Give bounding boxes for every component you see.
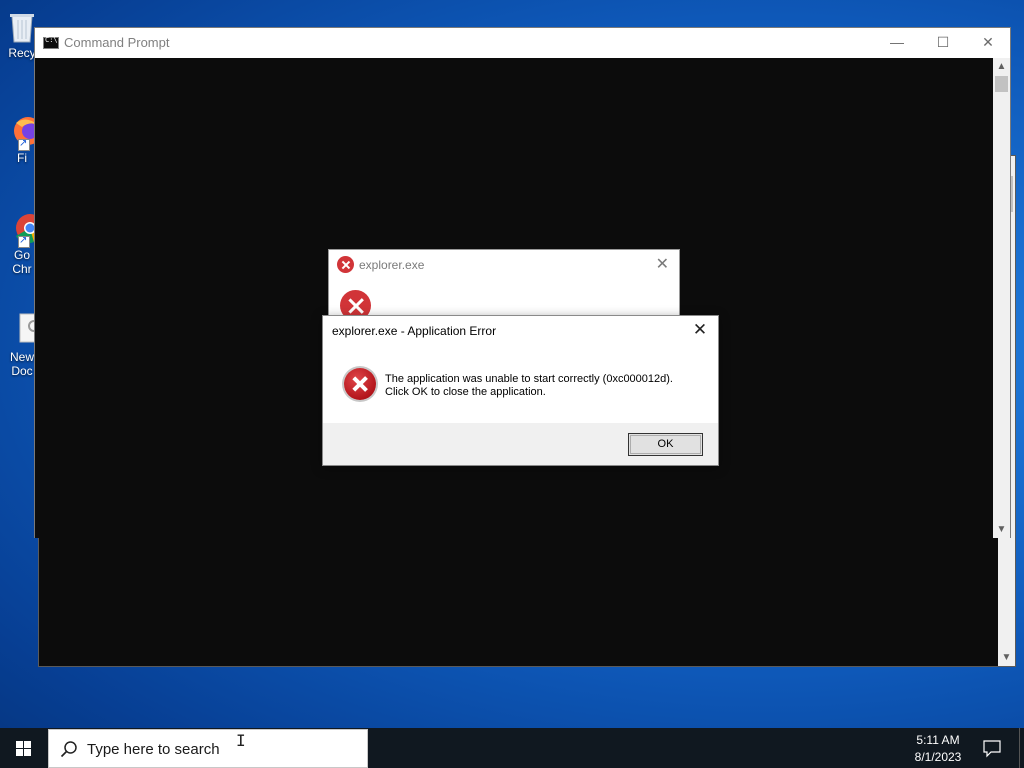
show-desktop-button[interactable] [1019,728,1024,768]
search-input[interactable] [87,738,357,760]
clock-time: 5:11 AM [916,733,960,747]
error-icon [337,256,354,273]
clock-date: 8/1/2023 [914,750,962,764]
scrollbar-thumb[interactable] [995,76,1008,92]
error-message-line: Click OK to close the application. [385,386,546,398]
error-message-line: The application was unable to start corr… [385,373,673,385]
window-title: Command Prompt [64,35,170,50]
search-icon [60,741,77,758]
scroll-up-arrow-icon[interactable]: ▲ [993,58,1010,75]
desktop-icon-label: Go Chr [12,248,32,276]
maximize-button[interactable]: ☐ [920,28,966,58]
title-bar[interactable]: Command Prompt — ☐ ✕ [35,28,1010,58]
dialog-title: explorer.exe [359,258,425,272]
desktop-icon-label: Recy [8,46,36,60]
cmd-app-icon [43,36,59,49]
minimize-button[interactable]: — [874,28,920,58]
scroll-down-arrow-icon[interactable]: ▼ [998,649,1015,666]
scroll-down-arrow-icon[interactable]: ▼ [993,521,1010,538]
application-error-dialog[interactable]: explorer.exe - Application Error ✕ The a… [322,315,719,466]
windows-logo-icon [16,741,32,756]
close-button[interactable]: ✕ [690,319,710,341]
dialog-title: explorer.exe - Application Error [332,324,497,338]
notification-icon [983,740,1001,758]
desktop-icon-label: New Doc [9,350,34,378]
close-button[interactable]: ✕ [656,254,669,274]
dialog-footer: OK [323,423,718,465]
notification-center-button[interactable] [978,728,1006,768]
error-message: The application was unable to start corr… [385,373,673,399]
close-button[interactable]: ✕ [965,28,1011,58]
taskbar-search-box[interactable] [48,729,368,768]
taskbar: 5:11 AM 8/1/2023 [0,728,1024,768]
error-icon [344,368,376,400]
system-clock[interactable]: 5:11 AM 8/1/2023 [900,730,976,766]
desktop-icon-label: Fi [17,151,27,165]
console-scrollbar[interactable]: ▲ ▼ [993,58,1010,538]
start-button[interactable] [0,728,48,768]
text-cursor-icon: I [236,731,246,750]
ok-button[interactable]: OK [628,433,703,456]
